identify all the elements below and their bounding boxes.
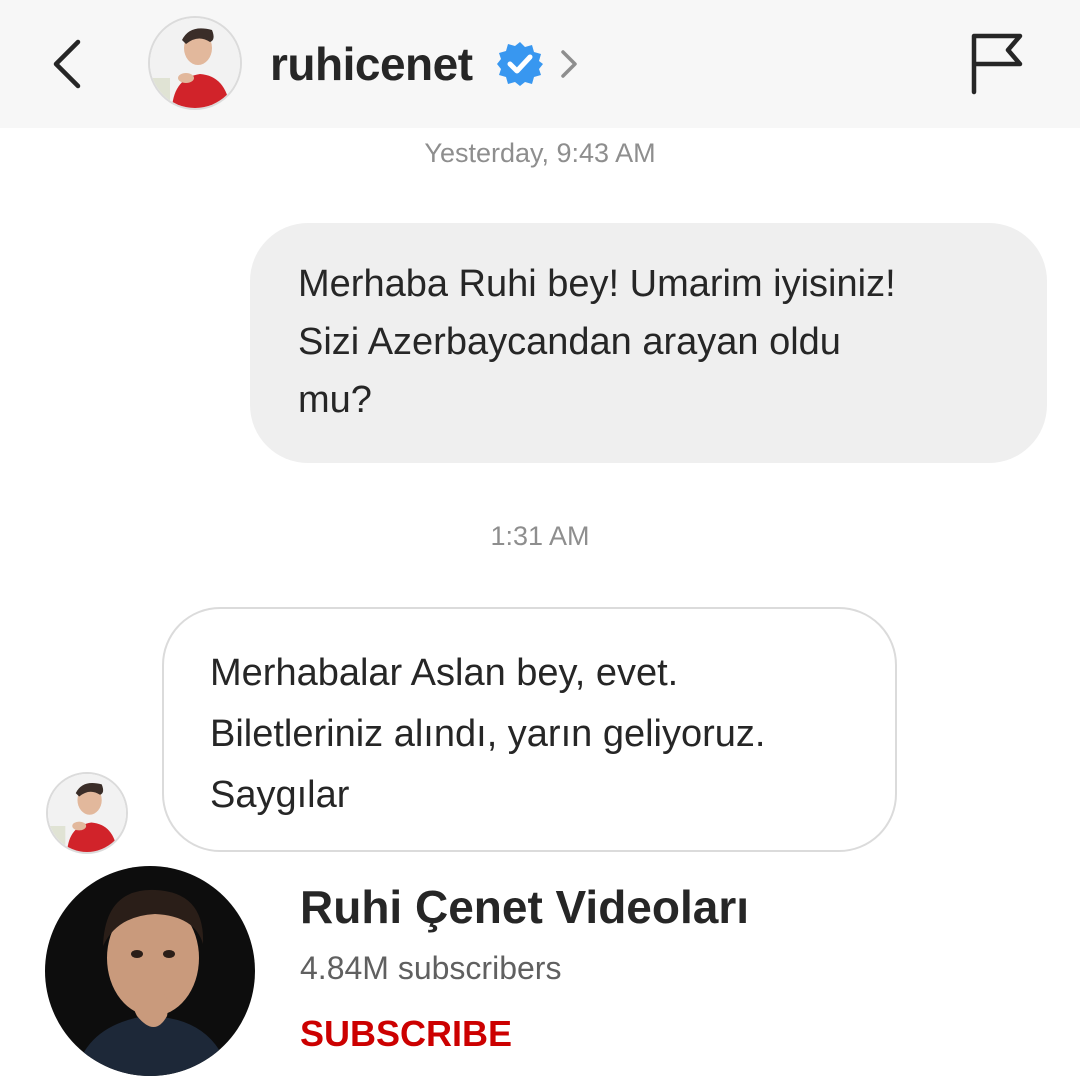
- report-button[interactable]: [966, 30, 1028, 96]
- avatar-photo: [150, 18, 240, 108]
- chevron-left-icon: [53, 39, 81, 89]
- flag-icon: [971, 33, 1023, 95]
- message-timestamp: 1:31 AM: [490, 521, 590, 551]
- message-text-line: Merhaba Ruhi bey! Umarim iyisiniz!: [298, 263, 896, 305]
- subscriber-count: 4.84M subscribers: [300, 950, 562, 986]
- chat-header: ruhicenet: [0, 0, 1080, 128]
- incoming-message-bubble[interactable]: Merhabalar Aslan bey, evet. Biletleriniz…: [162, 607, 897, 852]
- profile-avatar[interactable]: [148, 16, 242, 110]
- chevron-right-icon: [561, 50, 577, 78]
- message-text-line: Merhabalar Aslan bey, evet.: [210, 652, 679, 694]
- verified-badge-icon: [496, 40, 544, 88]
- channel-name[interactable]: Ruhi Çenet Videoları: [300, 880, 749, 934]
- back-button[interactable]: [40, 32, 96, 96]
- outgoing-message-bubble[interactable]: Merhaba Ruhi bey! Umarim iyisiniz! Sizi …: [250, 223, 1047, 463]
- profile-chevron-button[interactable]: [556, 44, 582, 84]
- channel-avatar[interactable]: [45, 866, 255, 1076]
- sender-avatar[interactable]: [46, 772, 128, 854]
- avatar-photo: [45, 866, 255, 1076]
- message-text-line: Sizi Azerbaycandan arayan oldu: [298, 321, 841, 363]
- dm-screen: ruhicenet Yesterday, 9:43 AM Merhaba Ruh…: [0, 0, 1080, 1080]
- avatar-photo: [48, 774, 126, 852]
- message-text-line: Saygılar: [210, 774, 350, 816]
- subscribe-button[interactable]: SUBSCRIBE: [300, 1013, 512, 1055]
- message-text-line: Biletleriniz alındı, yarın geliyoruz.: [210, 713, 766, 755]
- username-label[interactable]: ruhicenet: [270, 34, 473, 94]
- message-text-line: mu?: [298, 379, 372, 421]
- message-timestamp: Yesterday, 9:43 AM: [424, 138, 656, 168]
